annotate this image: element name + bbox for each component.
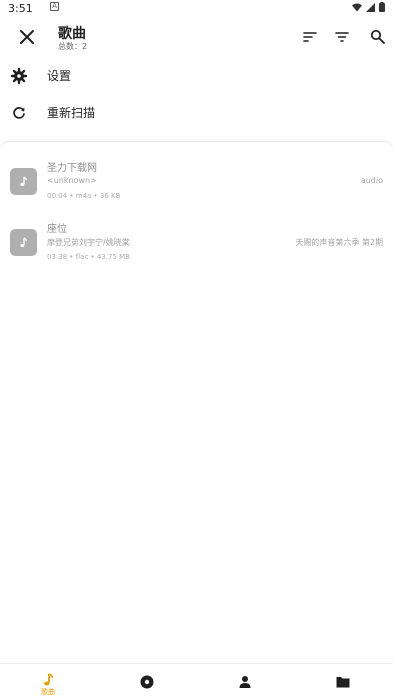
song-meta: 00:04 • m4a • 36 KB: [47, 192, 121, 200]
song-title: 圣力下载网: [47, 163, 97, 174]
app-bar: 歌曲 总数：2: [0, 16, 393, 58]
menu-label-settings: 设置: [47, 69, 72, 83]
status-icons: [352, 2, 385, 12]
refresh-icon: [13, 107, 25, 119]
sort-icon[interactable]: [301, 28, 319, 46]
battery-icon: [379, 2, 385, 12]
menu-item-settings[interactable]: 设置: [0, 58, 393, 94]
album-cover: [10, 168, 37, 195]
status-time: 3:51: [8, 2, 33, 15]
nav-tab-albums[interactable]: [117, 664, 177, 700]
menu-label-rescan: 重新扫描: [47, 106, 96, 120]
music-app-screen: 3:51 A 歌曲 总数：2 设置 重新扫描 圣力下载网 <unknown> a…: [0, 0, 393, 700]
wifi-icon: [352, 3, 362, 11]
signal-icon: [366, 2, 375, 12]
page-title: 歌曲: [58, 26, 86, 42]
gear-icon: [10, 67, 28, 85]
search-icon[interactable]: [369, 28, 387, 46]
nav-label-songs: 歌曲: [41, 688, 55, 696]
music-note-icon: [44, 673, 54, 686]
song-count: 总数：2: [58, 42, 88, 51]
folder-icon: [336, 677, 350, 688]
nav-tab-artists[interactable]: [215, 664, 275, 700]
album-icon: [140, 675, 154, 689]
status-bar: 3:51 A: [0, 0, 393, 16]
song-title: 座位: [47, 224, 67, 235]
song-meta: 03:38 • flac • 43.75 MB: [47, 253, 130, 261]
music-note-icon: [20, 237, 28, 247]
nav-tab-songs[interactable]: 歌曲: [18, 664, 78, 700]
album-cover: [10, 229, 37, 256]
song-album: audio: [360, 176, 383, 185]
person-icon: [239, 676, 251, 688]
nav-tab-folders[interactable]: [313, 664, 373, 700]
list-item[interactable]: 座位 摩登兄弟刘宇宁/姚晓棠 天赐的声音第六季 第2期 03:38 • flac…: [0, 217, 393, 273]
filter-icon[interactable]: [333, 28, 351, 46]
accessibility-icon: A: [50, 2, 59, 11]
song-artist: 摩登兄弟刘宇宁/姚晓棠: [47, 238, 130, 247]
song-album: 天赐的声音第六季 第2期: [295, 238, 383, 247]
music-note-icon: [20, 176, 28, 186]
list-item[interactable]: 圣力下载网 <unknown> audio 00:04 • m4a • 36 K…: [0, 156, 393, 212]
close-icon[interactable]: [16, 26, 38, 48]
bottom-navigation: 歌曲: [0, 663, 393, 700]
song-list-panel: 圣力下载网 <unknown> audio 00:04 • m4a • 36 K…: [0, 141, 393, 663]
menu-item-rescan[interactable]: 重新扫描: [0, 95, 393, 131]
song-artist: <unknown>: [47, 176, 97, 185]
